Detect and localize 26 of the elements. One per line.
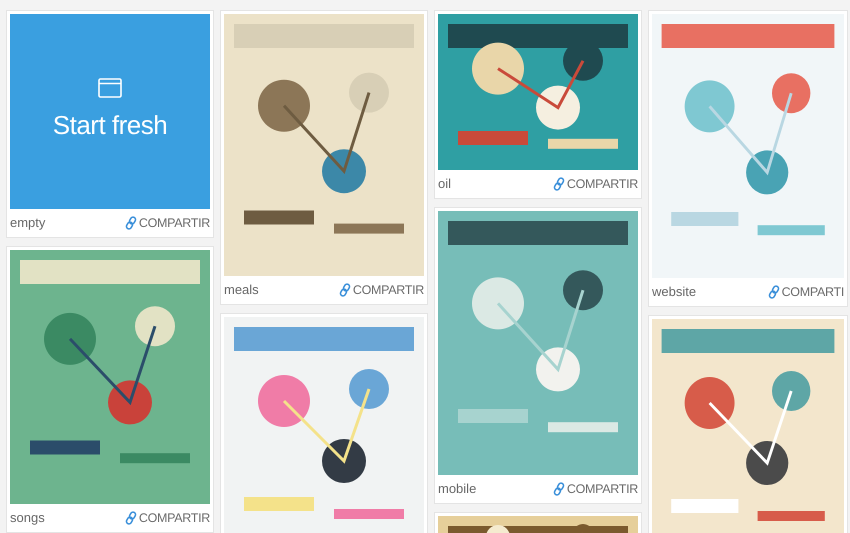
link-icon (124, 216, 137, 230)
share-link[interactable]: COMPARTIR (552, 174, 638, 194)
template-name: website (652, 283, 696, 302)
link-icon (768, 285, 780, 299)
share-link[interactable]: COMPARTIR (338, 280, 424, 300)
template-card[interactable]: oil COMPARTIR (434, 10, 642, 199)
template-card[interactable]: Start fresh empty COMPARTIR (6, 10, 214, 238)
template-name: mobile (438, 480, 476, 498)
template-name: oil (438, 175, 452, 194)
template-name: empty (10, 214, 46, 232)
link-icon (552, 177, 565, 191)
link-icon (338, 283, 351, 297)
link-icon (124, 511, 137, 525)
window-icon (98, 78, 122, 98)
start-fresh-label: Start fresh (52, 109, 168, 142)
share-link[interactable]: COMPARTIR (124, 508, 210, 528)
share-link[interactable]: COMPARTI (768, 282, 844, 302)
template-card[interactable]: website COMPARTI (648, 10, 848, 307)
share-link[interactable]: COMPARTIR (552, 480, 638, 498)
template-name: songs (10, 509, 45, 528)
template-card[interactable]: mobile COMPARTIR (434, 207, 642, 504)
template-name: meals (224, 281, 259, 300)
link-icon (552, 482, 565, 496)
template-card[interactable]: meals COMPARTIR (220, 10, 428, 305)
template-card[interactable]: songs COMPARTIR (6, 246, 214, 533)
share-link[interactable]: COMPARTIR (124, 214, 210, 232)
